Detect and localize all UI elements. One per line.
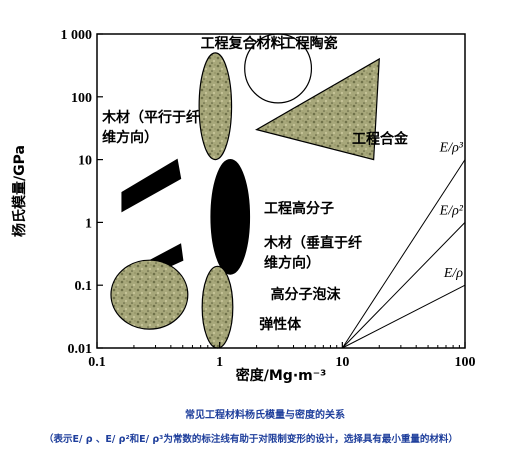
figure-caption-note: （表示E/ ρ 、E/ ρ²和E/ ρ³为常数的标注线有助于对限制变形的设计，选… <box>44 434 458 445</box>
region-label-6: 高分子泡沫 <box>271 286 342 303</box>
y-tick-label-4: 100 <box>71 91 92 106</box>
material-region-6 <box>110 259 189 330</box>
material-region-0 <box>198 52 233 161</box>
guide-line-0 <box>341 159 466 349</box>
guide-label-2: E/ρ <box>443 266 463 281</box>
figure-caption-title: 常见工程材料杨氏模量与密度的关系 <box>185 410 345 421</box>
region-label-1: 工程陶瓷 <box>282 35 338 52</box>
y-tick-label-2: 1 <box>85 216 92 231</box>
region-label-3: 木材（平行于纤维方向） <box>101 109 200 146</box>
material-region-3 <box>121 158 182 213</box>
region-label-2: 工程合金 <box>352 131 409 148</box>
material-region-4 <box>210 158 251 275</box>
region-label-7: 弹性体 <box>259 316 302 333</box>
y-axis-title: 杨氏模量/GPa <box>11 145 28 237</box>
material-region-7 <box>201 265 234 349</box>
y-tick-label-0: 0.01 <box>68 342 93 357</box>
region-label-5: 木材（垂直于纤维方向） <box>263 234 362 271</box>
guide-label-0: E/ρ³ <box>439 141 464 156</box>
x-tick-label-0: 0.1 <box>88 355 106 370</box>
guide-line-2 <box>342 284 466 349</box>
chart: 0.1 1 10 1000.010.11101001 000 工程复合材料工程陶瓷工程… <box>11 28 476 384</box>
region-label-0: 工程复合材料 <box>201 35 285 52</box>
y-tick-label-5: 1 000 <box>61 28 93 43</box>
x-axis-title: 密度/Mg·m⁻³ <box>235 367 327 384</box>
y-tick-label-3: 10 <box>78 154 92 169</box>
x-tick-label-2: 10 <box>335 355 349 370</box>
y-tick-label-1: 0.1 <box>75 279 93 294</box>
x-tick-label-1: 1 <box>216 355 223 370</box>
guide-label-1: E/ρ² <box>439 203 464 218</box>
region-label-4: 工程高分子 <box>264 200 334 217</box>
x-tick-label-3: 100 <box>455 355 476 370</box>
